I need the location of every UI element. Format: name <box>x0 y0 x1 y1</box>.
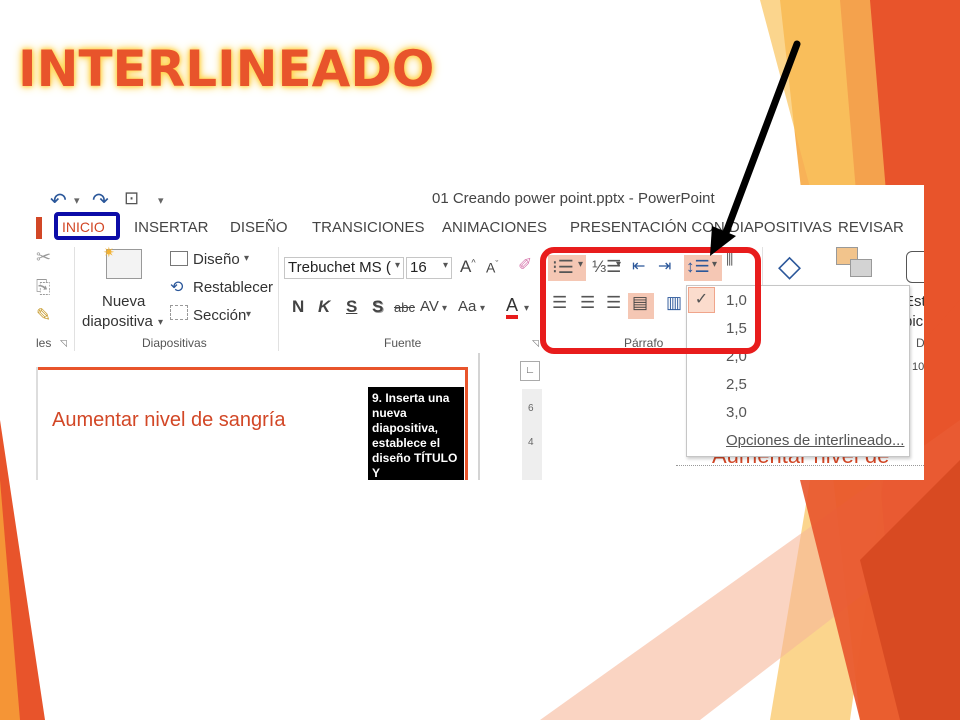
annotation-arrow <box>710 40 801 256</box>
arrow-shaft <box>720 40 801 242</box>
arrow-head-icon <box>710 226 736 256</box>
